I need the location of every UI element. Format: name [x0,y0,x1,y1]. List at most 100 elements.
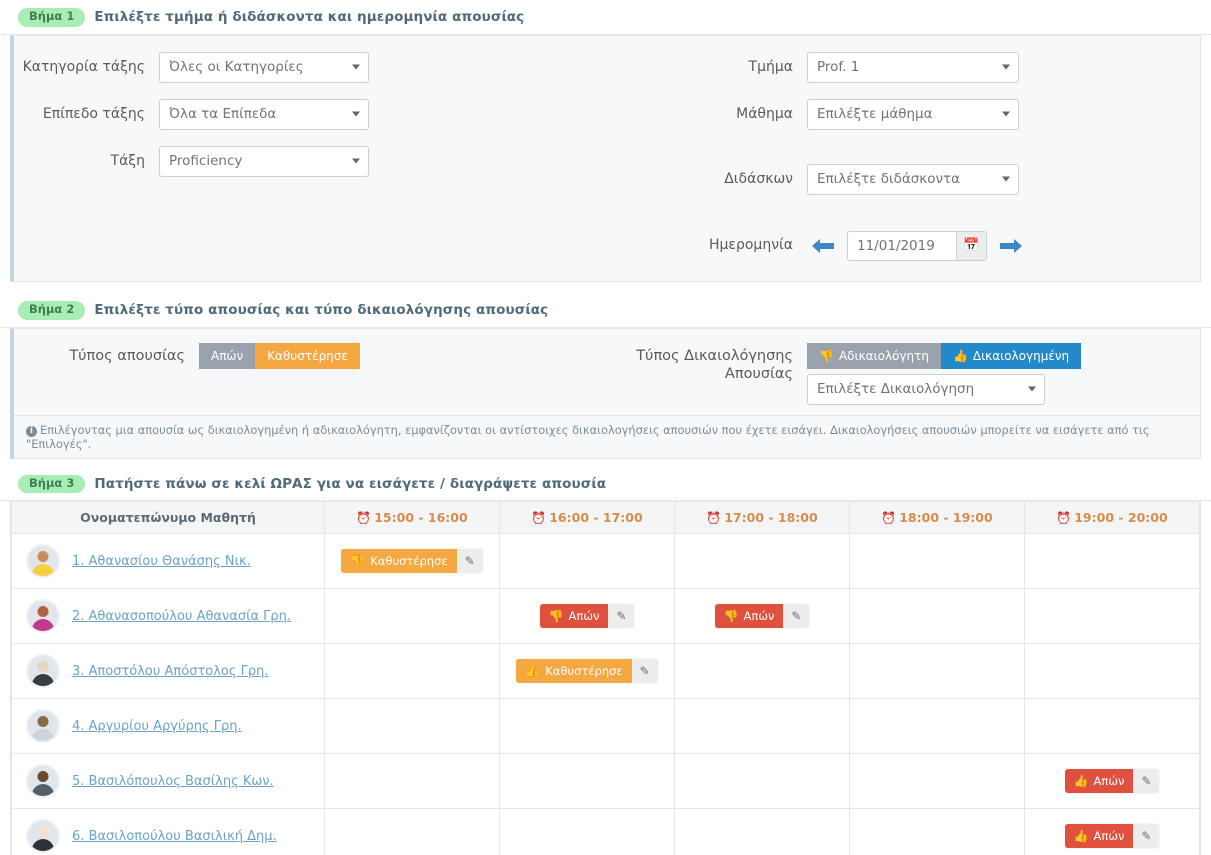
attendance-cell[interactable] [499,808,675,855]
attendance-cell[interactable] [324,643,500,700]
attendance-chip-label: Καθυστέρησε [545,664,623,679]
attendance-cell[interactable] [674,533,850,590]
step1-title: Επιλέξτε τμήμα ή διδάσκοντα και ημερομην… [94,9,525,26]
column-header-student-name: Ονοματεπώνυμο Μαθητή [11,501,325,535]
field-date: Ημερομηνία 📅 [607,230,1200,261]
field-label: Κατηγορία τάξης [22,58,145,75]
attendance-cell[interactable] [849,533,1025,590]
student-name-cell: 2. Αθανασοπούλου Αθανασία Γρη. [11,588,325,645]
step3-badge: Βήμα 3 [18,474,86,494]
thumbs-up-icon: 👍 [1073,774,1089,789]
date-input-group[interactable]: 📅 [847,230,987,261]
attendance-cell[interactable] [499,753,675,810]
justification-unexcused-label: Αδικαιολόγητη [838,348,929,363]
attendance-cell[interactable]: 👍 Απών ✎ [1024,808,1200,855]
attendance-cell[interactable] [674,643,850,700]
edit-pencil-icon[interactable]: ✎ [631,659,658,684]
attendance-cell[interactable] [1024,698,1200,755]
class-category-select[interactable]: Όλες οι Κατηγορίες [159,51,369,83]
attendance-cell[interactable] [849,808,1025,855]
edit-pencil-icon[interactable]: ✎ [456,549,483,574]
student-name-cell: 6. Βασιλοπούλου Βασιλική Δημ. [11,808,325,855]
attendance-cell[interactable] [849,753,1025,810]
slot-label: 19:00 - 20:00 [1074,510,1168,526]
justification-type-group: Τύπος Δικαιολόγησης Απουσίας 👎 Αδικαιολό… [607,342,1200,405]
attendance-chip[interactable]: 👎 Καθυστέρησε ✎ [341,549,483,574]
absence-type-late-button[interactable]: Καθυστέρησε [255,342,360,369]
teacher-select[interactable]: Επιλέξτε διδάσκοντα [807,163,1019,195]
chevron-down-icon [352,158,360,164]
step2-header: Βήμα 2 Επιλέξτε τύπο απουσίας και τύπο δ… [0,293,1211,328]
clock-icon: ⏰ [706,511,722,526]
attendance-cell[interactable] [849,588,1025,645]
class-category-value: Όλες οι Κατηγορίες [169,59,304,76]
edit-pencil-icon[interactable]: ✎ [783,604,810,629]
attendance-cell[interactable]: 👍 Απών ✎ [1024,753,1200,810]
edit-pencil-icon[interactable]: ✎ [1133,824,1160,849]
slot-label: 16:00 - 17:00 [549,510,643,526]
attendance-cell[interactable]: 👎 Απών ✎ [499,588,675,645]
edit-pencil-icon[interactable]: ✎ [608,604,635,629]
attendance-chip[interactable]: 👎 Απών ✎ [539,604,635,629]
attendance-cell[interactable]: 👎 Καθυστέρησε ✎ [324,533,500,590]
attendance-cell[interactable] [324,753,500,810]
student-name-cell: 4. Αργυρίου Αργύρης Γρη. [11,698,325,755]
attendance-cell[interactable] [1024,588,1200,645]
step2-panel: Τύπος απουσίας Απών Καθυστέρησε Τύπος Δι… [10,327,1201,459]
attendance-cell[interactable] [324,698,500,755]
chevron-down-icon [1002,111,1010,117]
thumbs-up-icon: 👍 [525,664,541,679]
step3-title: Πατήστε πάνω σε κελί ΩΡΑΣ για να εισάγετ… [94,475,607,492]
class-level-select[interactable]: Όλα τα Επίπεδα [159,98,369,130]
attendance-cell[interactable] [849,698,1025,755]
class-select[interactable]: Proficiency [159,145,369,177]
arrow-right-icon[interactable] [995,232,1027,260]
attendance-cell[interactable] [1024,643,1200,700]
justification-unexcused-button[interactable]: 👎 Αδικαιολόγητη [807,342,941,369]
thumbs-down-icon: 👎 [350,554,366,569]
attendance-chip-label: Απών [743,609,775,624]
slot-label: 18:00 - 19:00 [899,510,993,526]
calendar-icon[interactable]: 📅 [956,231,986,260]
arrow-left-icon[interactable] [807,232,839,260]
attendance-cell[interactable] [674,753,850,810]
attendance-cell[interactable] [499,698,675,755]
course-select[interactable]: Επιλέξτε μάθημα [807,98,1019,130]
info-icon: i [26,425,37,437]
thumbs-up-icon: 👍 [952,348,968,363]
attendance-table-body: 1. Αθανασίου Θανάσης Νικ. 👎 Καθυστέρησε ✎ 2.… [11,533,1200,855]
attendance-cell[interactable] [674,808,850,855]
thumbs-down-icon: 👎 [819,348,834,363]
attendance-cell[interactable] [499,533,675,590]
student-name-link[interactable]: 6. Βασιλοπούλου Βασιλική Δημ. [72,829,277,844]
student-name-link[interactable]: 5. Βασιλόπουλος Βασίλης Κων. [72,774,274,789]
avatar [26,599,60,634]
attendance-chip[interactable]: 👎 Απών ✎ [714,604,810,629]
attendance-cell[interactable] [324,588,500,645]
student-name-link[interactable]: 4. Αργυρίου Αργύρης Γρη. [72,719,242,734]
attendance-chip[interactable]: 👍 Απών ✎ [1064,824,1160,849]
attendance-cell[interactable] [849,643,1025,700]
field-label: Ημερομηνία [708,237,793,254]
student-name-link[interactable]: 1. Αθανασίου Θανάσης Νικ. [72,554,251,569]
attendance-cell[interactable]: 👎 Απών ✎ [674,588,850,645]
date-input[interactable] [848,231,956,260]
attendance-cell[interactable]: 👍 Καθυστέρησε ✎ [499,643,675,700]
attendance-chip[interactable]: 👍 Καθυστέρησε ✎ [516,659,658,684]
absence-type-absent-button[interactable]: Απών [199,342,256,369]
justification-select[interactable]: Επιλέξτε Δικαιολόγηση [807,373,1045,405]
clock-icon: ⏰ [531,511,547,526]
attendance-chip[interactable]: 👍 Απών ✎ [1064,769,1160,794]
attendance-cell[interactable] [674,698,850,755]
student-name-link[interactable]: 3. Αποστόλου Απόστολος Γρη. [72,664,269,679]
edit-pencil-icon[interactable]: ✎ [1133,769,1160,794]
student-name-link[interactable]: 2. Αθανασοπούλου Αθανασία Γρη. [72,609,291,624]
attendance-cell[interactable] [1024,533,1200,590]
justification-excused-button[interactable]: 👍 Δικαιολογημένη [940,342,1082,369]
student-name-cell: 3. Αποστόλου Απόστολος Γρη. [11,643,325,700]
section-select[interactable]: Prof. 1 [807,51,1019,83]
column-header-slot-2: ⏰ 17:00 - 18:00 [674,501,850,535]
field-label: Τάξη [110,152,145,169]
attendance-cell[interactable] [324,808,500,855]
chevron-down-icon [1002,176,1010,182]
